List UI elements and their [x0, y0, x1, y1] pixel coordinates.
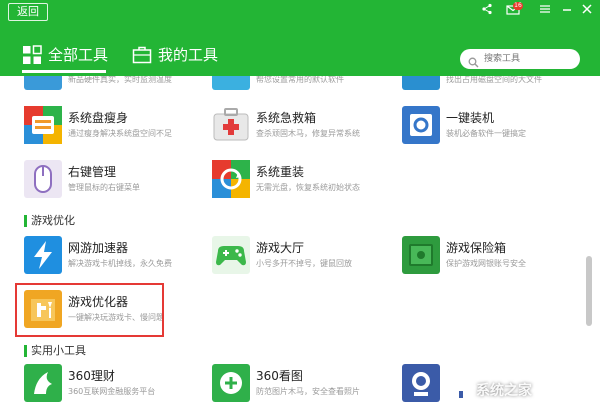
tool-name: 游戏大厅: [256, 241, 305, 255]
tool-name: 一键装机: [446, 111, 495, 125]
first-aid-kit-icon: [212, 106, 250, 144]
safe-box-icon: [402, 236, 440, 274]
back-button[interactable]: 返回: [8, 3, 48, 21]
tool-item-partial[interactable]: 帮您设置常用的默认软件: [212, 76, 392, 96]
camera-icon: [402, 364, 440, 402]
tab-all-tools-label: 全部工具: [48, 46, 109, 64]
menu-icon[interactable]: [538, 3, 552, 17]
tool-desc: 查杀顽固木马，修复异常系统: [256, 129, 360, 138]
tool-desc: 解决游戏卡机掉线，永久免费: [68, 259, 172, 268]
tool-name: 系统急救箱: [256, 111, 317, 125]
tool-item-one-click-install[interactable]: 一键装机 装机必备软件一键搞定: [402, 106, 582, 150]
header-bar: 返回 16 全部工具 我的工具: [0, 0, 600, 76]
tool-item-360-image-viewer[interactable]: 360看图 防范图片木马，安全查看照片: [212, 364, 392, 402]
tool-name: 系统重装: [256, 165, 305, 179]
tool-item-system-disk-slim[interactable]: 系统盘瘦身 通过瘦身解决系统盘空间不足: [24, 106, 204, 150]
tab-my-tools[interactable]: 我的工具: [132, 42, 218, 68]
tool-item-right-click-manager[interactable]: 右键管理 管理鼠标的右键菜单: [24, 160, 204, 204]
mail-count-badge: 16: [513, 2, 523, 10]
tool-desc: 保护游戏网银账号安全: [446, 259, 526, 268]
tool-item-game-safe-box[interactable]: 游戏保险箱 保护游戏网银账号安全: [402, 236, 582, 280]
tool-item-partial[interactable]: 找出占用磁盘空间的大文件: [402, 76, 582, 96]
tool-desc: 无需光盘，恢复系统初始状态: [256, 183, 360, 192]
one-click-install-icon: [402, 106, 440, 144]
house-logo-icon: [450, 378, 472, 400]
search-icon: [468, 53, 479, 68]
tool-item-first-aid[interactable]: 系统急救箱 查杀顽固木马，修复异常系统: [212, 106, 392, 150]
tool-desc: 装机必备软件一键搞定: [446, 129, 526, 138]
tool-desc: 小号多开不掉号，键鼠回放: [256, 259, 352, 268]
hardware-icon: [24, 76, 62, 90]
image-viewer-icon: [212, 364, 250, 402]
briefcase-icon: [132, 45, 152, 65]
tool-desc: 管理鼠标的右键菜单: [68, 183, 140, 192]
tool-item-partial[interactable]: 新品硬件真实，实时监测温度: [24, 76, 204, 96]
gamepad-icon: [212, 236, 250, 274]
search-box[interactable]: [460, 49, 580, 69]
highlight-box: [15, 283, 164, 337]
tool-desc: 通过瘦身解决系统盘空间不足: [68, 129, 172, 138]
default-software-icon: [212, 76, 250, 90]
system-disk-slim-icon: [24, 106, 62, 144]
tool-list: 新品硬件真实，实时监测温度 帮您设置常用的默认软件 找出占用磁盘空间的大文件 系…: [0, 76, 600, 402]
tool-desc: 360互联网金融服务平台: [68, 387, 156, 396]
scrollbar[interactable]: [586, 256, 592, 326]
section-title-game: 游戏优化: [24, 214, 75, 228]
share-icon[interactable]: [480, 3, 494, 17]
search-input[interactable]: [484, 51, 574, 67]
tool-name: 360理财: [68, 369, 115, 383]
section-title-utility: 实用小工具: [24, 344, 86, 358]
grid-icon: [22, 45, 42, 65]
tool-item-360-finance[interactable]: 360理财 360互联网金融服务平台: [24, 364, 204, 402]
system-reinstall-icon: [212, 160, 250, 198]
mouse-icon: [24, 160, 62, 198]
tool-name: 网游加速器: [68, 241, 129, 255]
large-file-icon: [402, 76, 440, 90]
tool-item-system-reinstall[interactable]: 系统重装 无需光盘，恢复系统初始状态: [212, 160, 392, 204]
close-icon[interactable]: [580, 3, 594, 17]
tool-name: 系统盘瘦身: [68, 111, 129, 125]
watermark: 系统之家: [450, 376, 600, 402]
tool-item-game-hall[interactable]: 游戏大厅 小号多开不掉号，键鼠回放: [212, 236, 392, 280]
tool-name: 360看图: [256, 369, 303, 383]
watermark-text: 系统之家: [476, 383, 532, 399]
tab-my-tools-label: 我的工具: [158, 46, 219, 64]
tool-item-network-accelerator[interactable]: 网游加速器 解决游戏卡机掉线，永久免费: [24, 236, 204, 280]
tab-all-tools[interactable]: 全部工具: [22, 42, 108, 68]
tool-desc: 防范图片木马，安全查看照片: [256, 387, 360, 396]
app-window: 返回 16 全部工具 我的工具 搜索工具 新品硬件真实，实时监测温度 帮您设置常…: [0, 0, 600, 402]
tool-name: 游戏保险箱: [446, 241, 507, 255]
active-tab-indicator: [22, 70, 106, 73]
lightning-icon: [24, 236, 62, 274]
tool-name: 右键管理: [68, 165, 117, 179]
minimize-icon[interactable]: [560, 3, 574, 17]
finance-icon: [24, 364, 62, 402]
